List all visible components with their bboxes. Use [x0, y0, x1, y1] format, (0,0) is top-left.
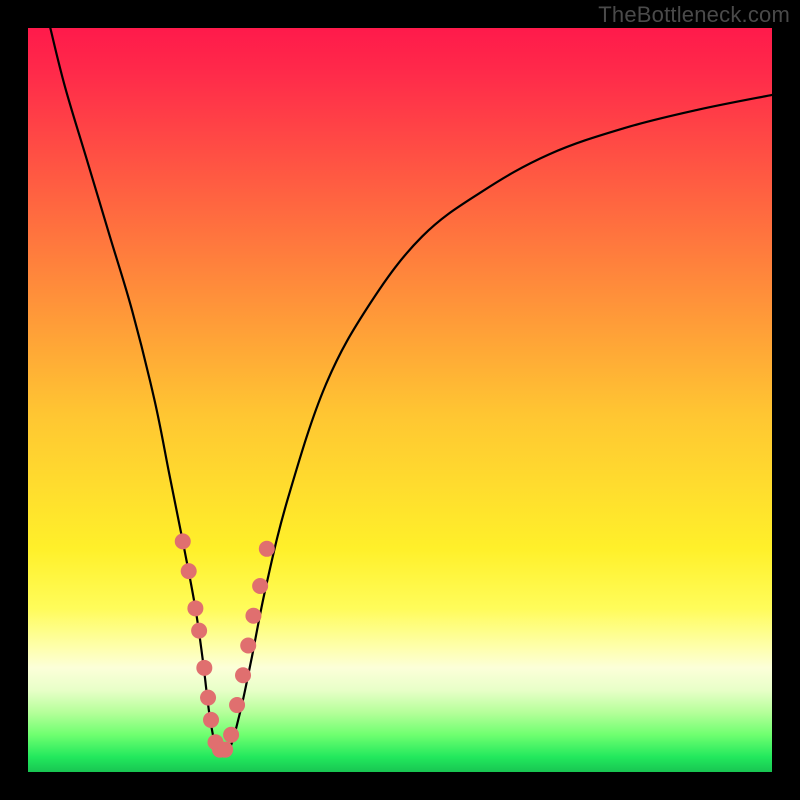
- watermark-text: TheBottleneck.com: [598, 2, 790, 28]
- data-point: [223, 727, 239, 743]
- data-point: [181, 563, 197, 579]
- data-point: [245, 608, 261, 624]
- frame-left: [0, 0, 28, 800]
- data-point: [203, 712, 219, 728]
- data-point: [235, 667, 251, 683]
- frame-bottom: [0, 772, 800, 800]
- data-point: [259, 541, 275, 557]
- plot-area: [28, 28, 772, 772]
- frame-right: [772, 0, 800, 800]
- chart-svg: [28, 28, 772, 772]
- data-point: [229, 697, 245, 713]
- data-point: [240, 638, 256, 654]
- data-point: [200, 690, 216, 706]
- data-point: [196, 660, 212, 676]
- data-point: [187, 600, 203, 616]
- data-point: [191, 623, 207, 639]
- data-point: [217, 742, 233, 758]
- bottleneck-curve: [50, 28, 772, 754]
- data-markers: [175, 533, 275, 757]
- data-point: [175, 533, 191, 549]
- data-point: [252, 578, 268, 594]
